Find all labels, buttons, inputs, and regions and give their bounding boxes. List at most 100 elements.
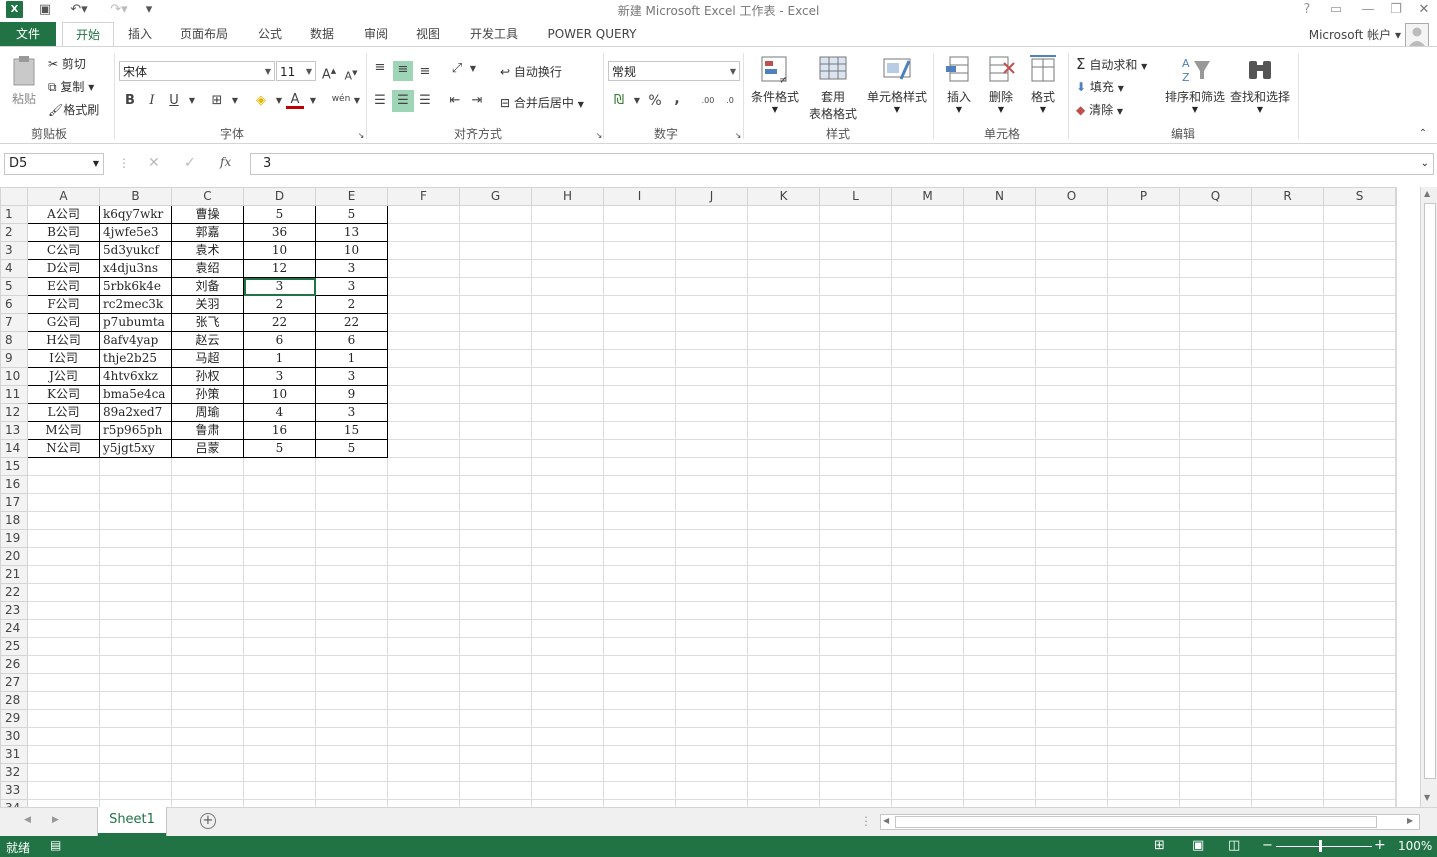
cut-button[interactable]: ✂ 剪切 bbox=[48, 55, 86, 72]
cell[interactable] bbox=[1179, 421, 1252, 440]
tab-insert[interactable]: 插入 bbox=[122, 22, 158, 46]
cell[interactable] bbox=[1251, 295, 1324, 314]
column-header-n[interactable]: N bbox=[963, 187, 1036, 206]
row-header[interactable]: 23 bbox=[0, 601, 28, 620]
cell[interactable] bbox=[963, 511, 1036, 530]
cell[interactable] bbox=[459, 745, 532, 764]
cell[interactable] bbox=[819, 799, 892, 807]
cell[interactable] bbox=[1179, 241, 1252, 260]
cell[interactable] bbox=[891, 313, 964, 332]
cell[interactable] bbox=[459, 331, 532, 350]
cell[interactable] bbox=[387, 691, 460, 710]
row-header[interactable]: 4 bbox=[0, 259, 28, 278]
cell[interactable] bbox=[819, 691, 892, 710]
cell[interactable] bbox=[1179, 367, 1252, 386]
cell[interactable] bbox=[963, 547, 1036, 566]
cell[interactable] bbox=[243, 601, 316, 620]
cell[interactable]: 3 bbox=[243, 277, 316, 296]
cell[interactable]: 8afv4yap bbox=[99, 331, 172, 350]
cell[interactable] bbox=[171, 673, 244, 692]
cell[interactable] bbox=[531, 619, 604, 638]
cell[interactable] bbox=[819, 205, 892, 224]
cell[interactable]: r5p965ph bbox=[99, 421, 172, 440]
cell[interactable] bbox=[1395, 313, 1397, 332]
cell[interactable] bbox=[1323, 745, 1396, 764]
row-header[interactable]: 24 bbox=[0, 619, 28, 638]
cell[interactable] bbox=[603, 709, 676, 728]
cell[interactable] bbox=[1251, 493, 1324, 512]
cell[interactable] bbox=[1323, 565, 1396, 584]
cell[interactable] bbox=[1395, 655, 1397, 674]
cell[interactable] bbox=[27, 475, 100, 494]
cell[interactable] bbox=[1251, 637, 1324, 656]
cell[interactable] bbox=[603, 565, 676, 584]
cell[interactable] bbox=[675, 583, 748, 602]
cell[interactable] bbox=[963, 529, 1036, 548]
cell[interactable] bbox=[531, 673, 604, 692]
cell[interactable] bbox=[1107, 205, 1180, 224]
tab-split-grip-icon[interactable]: ⋮ bbox=[860, 814, 872, 828]
cell[interactable] bbox=[1251, 331, 1324, 350]
cell[interactable] bbox=[387, 331, 460, 350]
cell[interactable] bbox=[1107, 709, 1180, 728]
row-header[interactable]: 10 bbox=[0, 367, 28, 386]
cell[interactable]: 16 bbox=[243, 421, 316, 440]
cell[interactable] bbox=[675, 565, 748, 584]
cell[interactable] bbox=[603, 655, 676, 674]
cell[interactable] bbox=[1323, 529, 1396, 548]
cell[interactable]: 2 bbox=[315, 295, 388, 314]
add-sheet-icon[interactable]: + bbox=[200, 813, 216, 829]
column-header-p[interactable]: P bbox=[1107, 187, 1180, 206]
cell[interactable] bbox=[171, 727, 244, 746]
cell[interactable] bbox=[1323, 223, 1396, 242]
cell[interactable] bbox=[387, 547, 460, 566]
cell[interactable] bbox=[387, 259, 460, 278]
row-header[interactable]: 27 bbox=[0, 673, 28, 692]
column-header-b[interactable]: B bbox=[99, 187, 172, 206]
cell[interactable] bbox=[603, 403, 676, 422]
paste-button[interactable]: 粘贴 bbox=[8, 55, 40, 119]
cell[interactable] bbox=[1395, 295, 1397, 314]
cell[interactable] bbox=[675, 259, 748, 278]
cell[interactable]: A公司 bbox=[27, 205, 100, 224]
cell[interactable]: 13 bbox=[315, 223, 388, 242]
cell[interactable] bbox=[675, 241, 748, 260]
cell[interactable] bbox=[531, 709, 604, 728]
cell[interactable] bbox=[819, 673, 892, 692]
cell[interactable] bbox=[1035, 313, 1108, 332]
cell[interactable] bbox=[603, 385, 676, 404]
cell[interactable] bbox=[819, 331, 892, 350]
cell[interactable] bbox=[819, 277, 892, 296]
cell[interactable] bbox=[1251, 511, 1324, 530]
cell[interactable] bbox=[1323, 691, 1396, 710]
cell[interactable] bbox=[99, 565, 172, 584]
cell[interactable] bbox=[315, 511, 388, 530]
cell[interactable] bbox=[675, 331, 748, 350]
cell[interactable] bbox=[1107, 763, 1180, 782]
column-header-k[interactable]: K bbox=[747, 187, 820, 206]
cell[interactable] bbox=[387, 709, 460, 728]
cell[interactable] bbox=[1107, 511, 1180, 530]
cell[interactable] bbox=[531, 277, 604, 296]
cell[interactable] bbox=[891, 493, 964, 512]
decrease-decimal-icon[interactable]: .0 bbox=[720, 92, 740, 110]
cell[interactable] bbox=[891, 385, 964, 404]
cell[interactable] bbox=[1395, 565, 1397, 584]
cell[interactable] bbox=[819, 457, 892, 476]
cell[interactable] bbox=[819, 421, 892, 440]
tab-review[interactable]: 审阅 bbox=[358, 22, 394, 46]
cell[interactable] bbox=[99, 727, 172, 746]
cell[interactable] bbox=[243, 583, 316, 602]
cell[interactable] bbox=[675, 781, 748, 800]
cell[interactable] bbox=[747, 241, 820, 260]
sheet-tab-sheet1[interactable]: Sheet1 bbox=[98, 807, 166, 836]
cell[interactable] bbox=[1107, 583, 1180, 602]
cell[interactable] bbox=[675, 619, 748, 638]
cell[interactable] bbox=[891, 565, 964, 584]
cell[interactable] bbox=[1395, 547, 1397, 566]
cell[interactable] bbox=[243, 637, 316, 656]
cell[interactable] bbox=[315, 727, 388, 746]
cell[interactable] bbox=[675, 313, 748, 332]
cell[interactable] bbox=[459, 205, 532, 224]
cell[interactable] bbox=[387, 205, 460, 224]
